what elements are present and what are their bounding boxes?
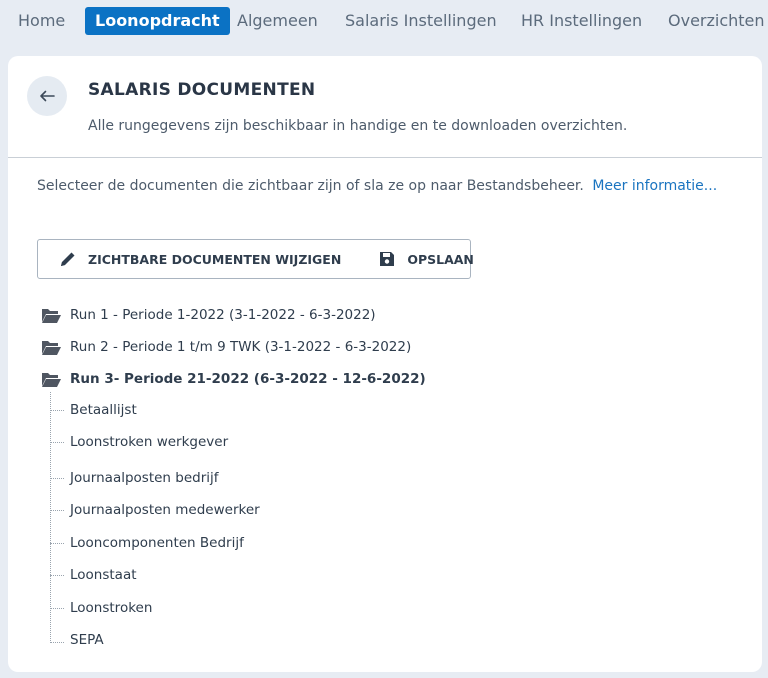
page-title: SALARIS DOCUMENTEN: [88, 80, 316, 100]
document-toolbar: ZICHTBARE DOCUMENTEN WIJZIGEN OPSLAAN: [37, 239, 474, 279]
tree-node-label: Run 3- Periode 21-2022 (6-3-2022 - 12-6-…: [70, 371, 426, 387]
tree-branch: [50, 575, 64, 576]
document-item-journaalposten-bedrijf[interactable]: Journaalposten bedrijf: [70, 467, 219, 489]
document-item-journaalposten-medewerker[interactable]: Journaalposten medewerker: [70, 499, 260, 521]
tree-node-run-2[interactable]: Run 2 - Periode 1 t/m 9 TWK (3-1-2022 - …: [41, 336, 411, 358]
tree-node-label: Run 2 - Periode 1 t/m 9 TWK (3-1-2022 - …: [70, 339, 412, 355]
document-item-loonstroken[interactable]: Loonstroken: [70, 597, 152, 619]
nav-item-loonopdracht[interactable]: Loonopdracht: [85, 7, 230, 35]
info-description: Selecteer de documenten die zichtbaar zi…: [37, 178, 584, 194]
folder-open-icon: [42, 308, 61, 323]
tree-node-run-1[interactable]: Run 1 - Periode 1-2022 (3-1-2022 - 6-3-2…: [41, 304, 376, 326]
main-card: SALARIS DOCUMENTEN Alle rungegevens zijn…: [8, 56, 762, 672]
nav-item-hr-instellingen[interactable]: HR Instellingen: [511, 7, 652, 35]
header-divider: [8, 157, 762, 158]
document-item-looncomponenten-bedrijf[interactable]: Looncomponenten Bedrijf: [70, 532, 244, 554]
nav-item-overzichten[interactable]: Overzichten: [658, 7, 768, 35]
tree-branch: [50, 543, 64, 544]
back-button[interactable]: [27, 76, 67, 116]
tree-connector-line: [50, 392, 51, 643]
tree-branch: [50, 642, 64, 643]
edit-visible-documents-label: ZICHTBARE DOCUMENTEN WIJZIGEN: [88, 251, 342, 267]
save-button[interactable]: OPSLAAN: [359, 240, 493, 278]
folder-open-icon: [42, 340, 61, 355]
edit-visible-documents-button[interactable]: ZICHTBARE DOCUMENTEN WIJZIGEN: [38, 240, 359, 278]
pencil-icon: [61, 252, 75, 266]
nav-item-salaris-instellingen[interactable]: Salaris Instellingen: [335, 7, 507, 35]
tree-branch: [50, 510, 64, 511]
document-item-sepa[interactable]: SEPA: [70, 629, 104, 651]
folder-open-icon: [42, 372, 61, 387]
arrow-left-icon: [40, 90, 55, 102]
floppy-disk-icon: [380, 252, 395, 266]
nav-item-home[interactable]: Home: [8, 7, 75, 35]
document-item-betaallijst[interactable]: Betaallijst: [70, 399, 137, 421]
tree-node-run-3[interactable]: Run 3- Periode 21-2022 (6-3-2022 - 12-6-…: [41, 368, 426, 390]
tree-branch: [50, 608, 64, 609]
nav-item-algemeen[interactable]: Algemeen: [227, 7, 328, 35]
tree-branch: [50, 410, 64, 411]
tree-branch: [50, 478, 64, 479]
info-text: Selecteer de documenten die zichtbaar zi…: [37, 178, 717, 194]
save-label: OPSLAAN: [407, 251, 474, 267]
meer-informatie-link[interactable]: Meer informatie...: [592, 178, 717, 194]
tree-branch: [50, 442, 64, 443]
document-item-loonstroken-werkgever[interactable]: Loonstroken werkgever: [70, 431, 228, 453]
page-subtitle: Alle rungegevens zijn beschikbaar in han…: [88, 118, 628, 134]
tree-node-label: Run 1 - Periode 1-2022 (3-1-2022 - 6-3-2…: [70, 307, 376, 323]
document-item-loonstaat[interactable]: Loonstaat: [70, 564, 137, 586]
top-navigation: Home Loonopdracht Algemeen Salaris Inste…: [0, 0, 768, 44]
